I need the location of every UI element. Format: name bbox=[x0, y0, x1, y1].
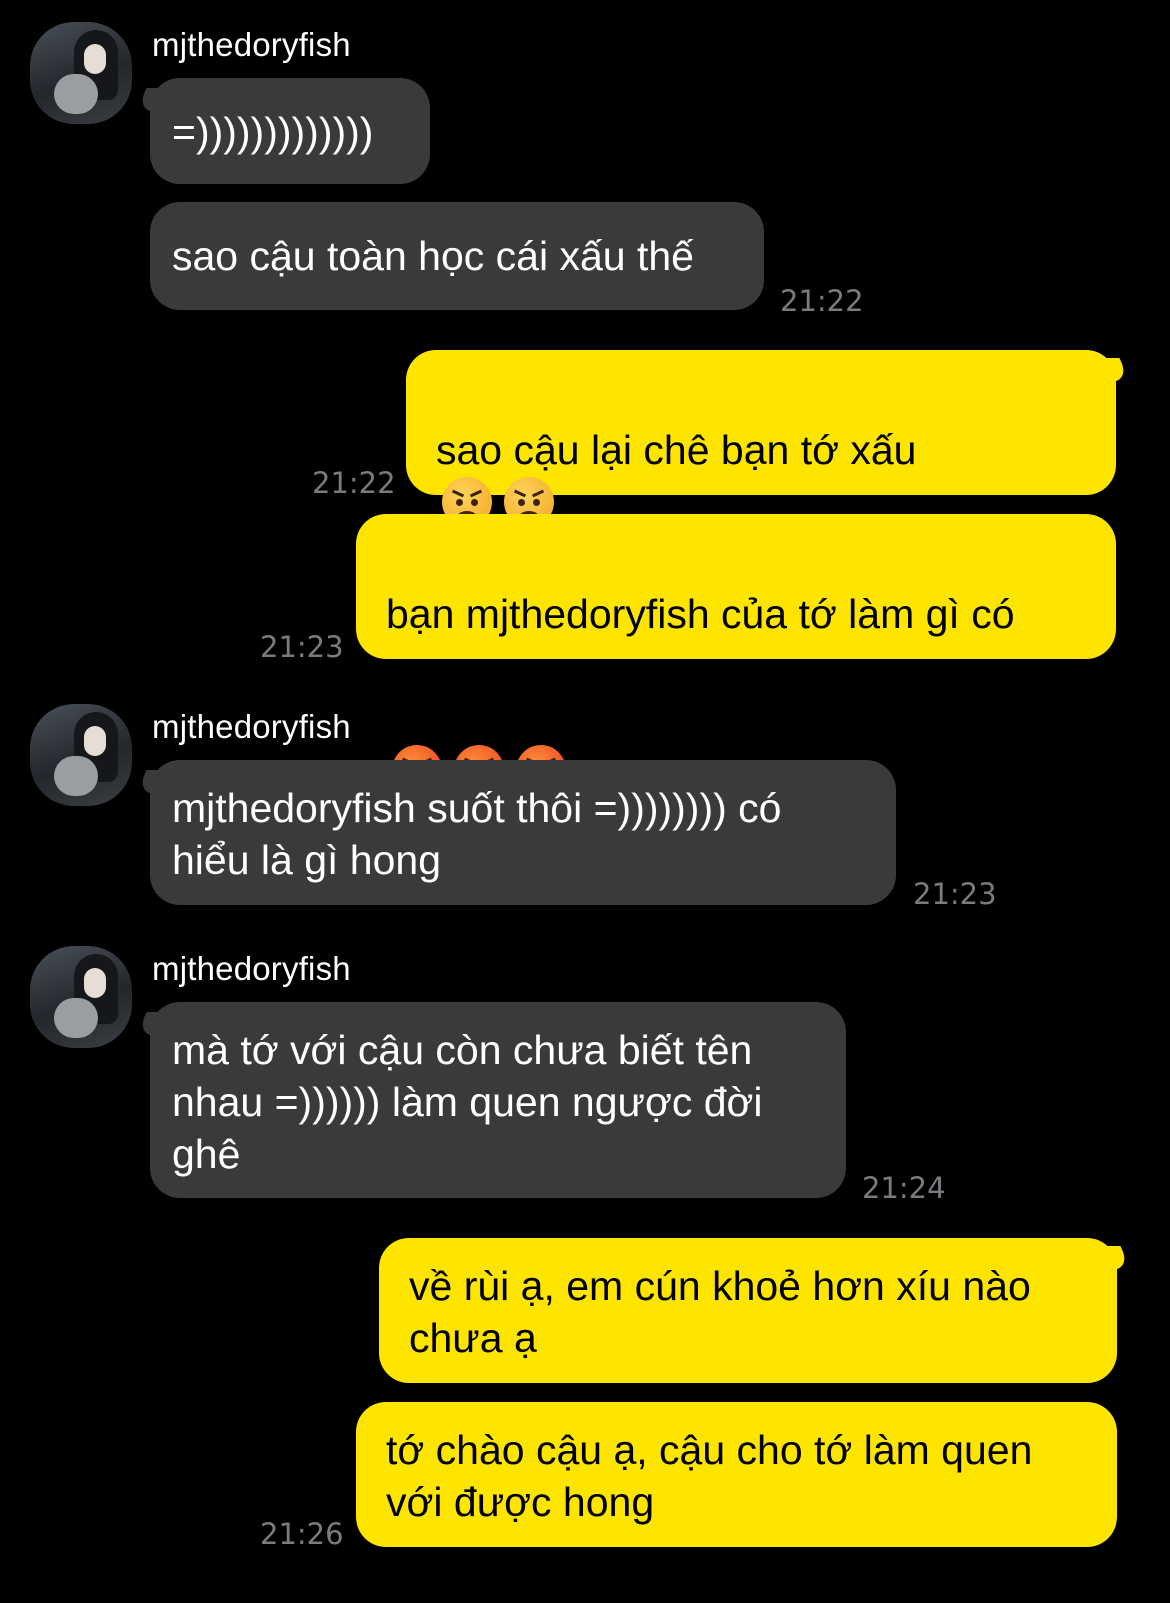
avatar-face bbox=[84, 726, 106, 756]
message-text: sao cậu lại chê bạn tớ xấu bbox=[436, 427, 917, 473]
avatar-dog bbox=[54, 756, 98, 796]
sender-avatar[interactable] bbox=[30, 946, 132, 1048]
message-text: bạn mjthedoryfish của tớ làm gì có bbox=[386, 591, 1015, 637]
sender-name: mjthedoryfish bbox=[152, 26, 351, 63]
avatar-face bbox=[84, 44, 106, 74]
message-timestamp: 21:23 bbox=[260, 630, 344, 664]
avatar-dog bbox=[54, 74, 98, 114]
message-bubble-outgoing[interactable]: về rùi ạ, em cún khoẻ hơn xíu nào chưa ạ bbox=[379, 1238, 1117, 1383]
message-bubble-outgoing[interactable]: sao cậu lại chê bạn tớ xấu bbox=[406, 350, 1116, 632]
sender-name: mjthedoryfish bbox=[152, 950, 351, 987]
message-timestamp: 21:22 bbox=[312, 466, 396, 500]
avatar-face bbox=[84, 968, 106, 998]
message-timestamp: 21:23 bbox=[913, 877, 997, 911]
avatar-dog bbox=[54, 998, 98, 1038]
message-timestamp: 21:24 bbox=[862, 1171, 946, 1205]
message-bubble-incoming[interactable]: =))))))))))))) bbox=[150, 78, 430, 184]
message-bubble-outgoing[interactable]: tớ chào cậu ạ, cậu cho tớ làm quen với đ… bbox=[356, 1402, 1117, 1547]
message-bubble-outgoing[interactable]: bạn mjthedoryfish của tớ làm gì có cái g… bbox=[356, 514, 1116, 796]
sender-avatar[interactable] bbox=[30, 704, 132, 806]
sender-avatar[interactable] bbox=[30, 22, 132, 124]
message-bubble-incoming[interactable]: mà tớ với cậu còn chưa biết tên nhau =))… bbox=[150, 1002, 846, 1198]
message-bubble-incoming[interactable]: sao cậu toàn học cái xấu thế bbox=[150, 202, 764, 310]
message-text: cái gì xấu bbox=[386, 695, 562, 741]
message-bubble-incoming[interactable]: mjthedoryfish suốt thôi =)))))))) có hiể… bbox=[150, 760, 896, 905]
message-timestamp: 21:26 bbox=[260, 1517, 344, 1551]
message-timestamp: 21:22 bbox=[780, 284, 864, 318]
sender-name: mjthedoryfish bbox=[152, 708, 351, 745]
